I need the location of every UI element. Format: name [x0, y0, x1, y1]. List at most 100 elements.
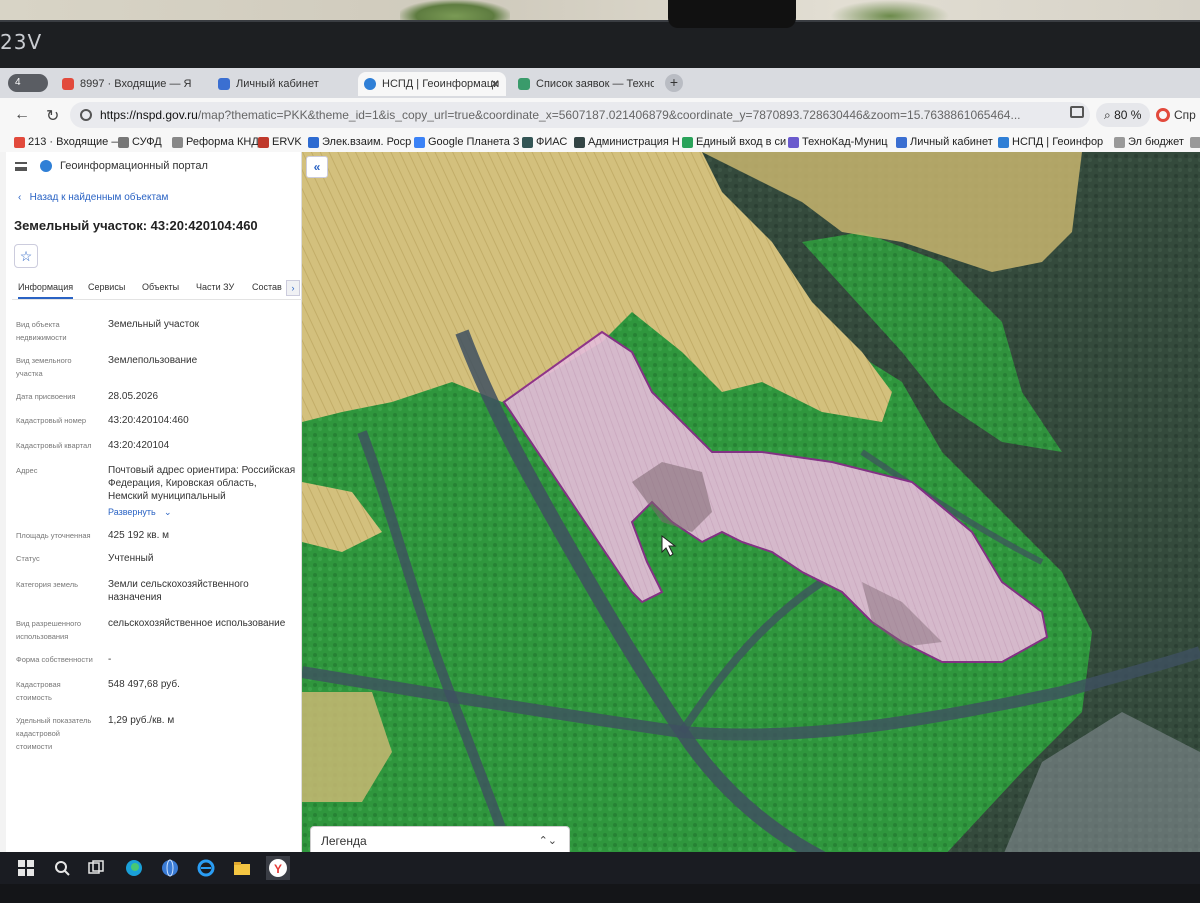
- tab-objects[interactable]: Объекты: [142, 282, 179, 292]
- collapse-panel-button[interactable]: «: [306, 156, 328, 178]
- zoom-indicator[interactable]: ⌕ 80 %: [1096, 103, 1150, 127]
- bookmark-item[interactable]: ФИАС: [522, 134, 567, 150]
- bookmark-label: Элек.взаим. Роср: [322, 136, 412, 148]
- tab-label: 8997 · Входящие — Янд: [80, 78, 191, 90]
- bookmark-item[interactable]: Эл бюджет: [1114, 134, 1184, 150]
- bookmark-favicon-icon: [1114, 137, 1125, 148]
- bookmark-label: НСПД | Геоинфор: [1012, 136, 1104, 148]
- prop-value: Землепользование: [108, 355, 198, 366]
- map-view[interactable]: « Легенда ⌃⌄: [302, 152, 1200, 858]
- file-explorer-icon[interactable]: [232, 858, 252, 878]
- object-title: Земельный участок: 43:20:420104:460: [14, 218, 258, 233]
- bookmark-item[interactable]: Личный кабинет: [896, 134, 993, 150]
- bookmark-favicon-icon: [258, 137, 269, 148]
- reload-icon[interactable]: ↻: [46, 106, 59, 126]
- bookmark-favicon-icon: [682, 137, 693, 148]
- tab-information[interactable]: Информация: [18, 282, 74, 299]
- tab-services[interactable]: Сервисы: [88, 282, 125, 292]
- bookmark-item[interactable]: У: [1190, 134, 1200, 150]
- prop-key: Дата присвоения: [16, 392, 76, 401]
- bookmark-favicon-icon: [14, 137, 25, 148]
- prop-key: Форма собственности: [16, 655, 93, 664]
- bookmark-item[interactable]: 213 · Входящие —: [14, 134, 122, 150]
- windows-start-icon[interactable]: [16, 858, 36, 878]
- satellite-map[interactable]: [302, 152, 1200, 858]
- prop-key: Кадастровая стоимость: [16, 680, 61, 702]
- prop-key: Удельный показатель кадастровой стоимост…: [16, 716, 92, 751]
- profile-button[interactable]: Спр: [1156, 103, 1200, 127]
- bookmark-item[interactable]: Единый вход в си: [682, 134, 786, 150]
- prop-value: 548 497,68 руб.: [108, 679, 180, 690]
- bookmark-label: ТехноКад-Муниц: [802, 136, 888, 148]
- yandex-browser-icon[interactable]: Y: [266, 856, 290, 880]
- tab-composition[interactable]: Состав: [252, 282, 282, 292]
- object-info-panel: Геоинформационный портал ‹ Назад к найде…: [6, 152, 302, 858]
- panel-header: Геоинформационный портал: [6, 152, 302, 180]
- bookmark-label: Реформа КНД: [186, 136, 259, 148]
- screen: 4 8997 · Входящие — Янд Личный кабинет Н…: [0, 68, 1200, 858]
- prop-value: 43:20:420104: [108, 440, 170, 451]
- bookmark-item[interactable]: Элек.взаим. Роср: [308, 134, 411, 150]
- prop-value: 425 192 кв. м: [108, 530, 170, 541]
- tab-cabinet[interactable]: Личный кабинет: [212, 72, 347, 96]
- bookmark-favicon-icon: [896, 137, 907, 148]
- bookmarks-bar: 213 · Входящие — СУФД Реформа КНД ERVK Элек.…: [0, 132, 1200, 152]
- bookmark-item[interactable]: СУФД: [118, 134, 162, 150]
- prop-key: Вид земельного участка: [16, 356, 72, 378]
- back-arrow-icon[interactable]: ←: [14, 106, 30, 124]
- url-path: /map?thematic=PKK&theme_id=1&is_copy_url…: [197, 108, 1021, 122]
- task-view-icon[interactable]: [86, 858, 106, 878]
- back-to-results-link[interactable]: ‹ Назад к найденным объектам: [18, 192, 168, 203]
- tab-label: НСПД | Геоинформаци: [382, 78, 500, 90]
- bookmark-item[interactable]: НСПД | Геоинфор: [998, 134, 1103, 150]
- photo-background-wall: [0, 0, 1200, 22]
- new-tab-plus-icon[interactable]: +: [665, 74, 683, 92]
- prop-value: 43:20:420104:460: [108, 415, 189, 426]
- prop-key: Кадастровый квартал: [16, 441, 92, 450]
- prop-key: Кадастровый номер: [16, 416, 87, 425]
- tab-group-counter[interactable]: 4: [8, 74, 48, 92]
- zoom-value: 80 %: [1114, 108, 1142, 122]
- prop-value: Земельный участок: [108, 319, 200, 330]
- close-tab-icon[interactable]: ✕: [490, 72, 500, 96]
- url-bar[interactable]: https://nspd.gov.ru/map?thematic=PKK&the…: [70, 102, 1090, 128]
- globe-app-icon[interactable]: [160, 858, 180, 878]
- bookmark-favicon-icon: [522, 137, 533, 148]
- bookmark-favicon-icon: [788, 137, 799, 148]
- chevron-updown-icon: ⌃⌄: [538, 835, 557, 847]
- bookmark-label: Эл бюджет: [1128, 136, 1184, 148]
- nspd-app: Геоинформационный портал ‹ Назад к найде…: [0, 152, 1200, 858]
- tab-requests[interactable]: Список заявок — Техно: [512, 72, 654, 96]
- bookmark-item[interactable]: Google Планета З: [414, 134, 520, 150]
- prop-value: Почтовый адрес ориентира: Российская Фед…: [108, 465, 296, 502]
- tabs-scroll-right-icon[interactable]: ›: [286, 280, 300, 296]
- prop-key: Вид объекта недвижимости: [16, 320, 67, 342]
- bookmark-item[interactable]: ERVK: [258, 134, 302, 150]
- address-row: ← ↻ https://nspd.gov.ru/map?thematic=PKK…: [0, 98, 1200, 132]
- prop-value: Земли сельскохозяйственного назначения: [108, 579, 249, 603]
- bookmark-item[interactable]: ТехноКад-Муниц: [788, 134, 888, 150]
- edge-browser-icon[interactable]: [124, 858, 144, 878]
- bookmark-label: 213 · Входящие —: [28, 136, 123, 148]
- prop-key: Вид разрешенного использования: [16, 619, 82, 641]
- internet-explorer-icon[interactable]: [196, 858, 216, 878]
- plant-decoration: [400, 0, 510, 20]
- bookmark-label: Единый вход в си: [696, 136, 787, 148]
- bookmark-label: Администрация Н: [588, 136, 680, 148]
- bookmark-item[interactable]: Администрация Н: [574, 134, 680, 150]
- svg-text:Y: Y: [274, 862, 282, 876]
- bookmark-item[interactable]: Реформа КНД: [172, 134, 259, 150]
- prop-value: сельскохозяйственное использование: [108, 618, 286, 629]
- tab-mail[interactable]: 8997 · Входящие — Янд: [56, 72, 191, 96]
- menu-icon[interactable]: [15, 162, 27, 171]
- tab-parcel-parts[interactable]: Части ЗУ: [196, 282, 234, 292]
- bookmark-favicon-icon: [308, 137, 319, 148]
- favorite-star-icon[interactable]: ☆: [14, 244, 38, 268]
- search-icon[interactable]: [52, 858, 72, 878]
- tab-label: Список заявок — Техно: [536, 78, 654, 90]
- bookmark-icon[interactable]: [1070, 106, 1084, 118]
- bookmark-favicon-icon: [414, 137, 425, 148]
- tab-nspd[interactable]: НСПД | Геоинформаци ✕: [358, 72, 506, 96]
- bookmark-favicon-icon: [172, 137, 183, 148]
- site-info-icon[interactable]: [80, 109, 92, 121]
